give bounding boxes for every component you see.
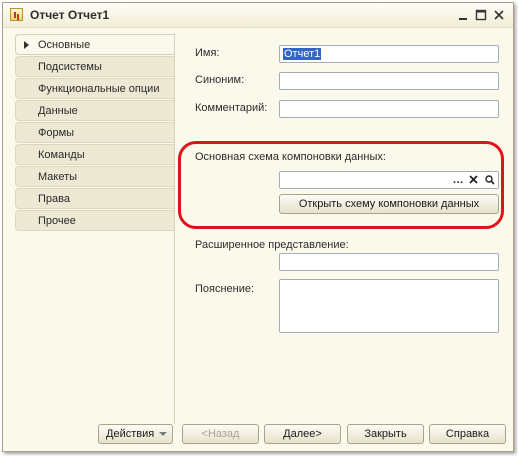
schema-field[interactable]: … <box>279 171 499 189</box>
tab-label: Данные <box>38 105 78 117</box>
open-schema-button[interactable]: Открыть схему компоновки данных <box>279 194 499 214</box>
sidebar-tabs: Основные Подсистемы Функциональные опции… <box>15 34 174 423</box>
close-icon[interactable] <box>491 7 507 23</box>
tab-subsystems[interactable]: Подсистемы <box>15 56 174 77</box>
actions-label: Действия <box>106 428 155 440</box>
clear-x-icon[interactable] <box>466 173 481 187</box>
synonym-field[interactable] <box>279 72 499 90</box>
name-field[interactable]: Отчет1 <box>279 45 499 63</box>
tab-label: Функциональные опции <box>38 83 160 95</box>
tab-label: Прочее <box>38 215 76 227</box>
tab-functional-options[interactable]: Функциональные опции <box>15 78 174 99</box>
back-button[interactable]: <Назад <box>182 424 259 444</box>
tab-rights[interactable]: Права <box>15 188 174 209</box>
tab-label: Команды <box>38 149 85 161</box>
explanation-field[interactable] <box>279 279 499 333</box>
tab-label: Основные <box>38 39 91 51</box>
tab-templates[interactable]: Макеты <box>15 166 174 187</box>
tab-label: Формы <box>38 127 75 139</box>
synonym-label: Синоним: <box>195 74 245 86</box>
close-button[interactable]: Закрыть <box>347 424 424 444</box>
magnifier-icon[interactable] <box>482 173 497 187</box>
next-button[interactable]: Далее> <box>264 424 341 444</box>
comment-field[interactable] <box>279 100 499 118</box>
tab-other[interactable]: Прочее <box>15 210 174 231</box>
actions-dropdown[interactable]: Действия <box>98 424 173 444</box>
main-properties-panel: Имя: Отчет1 Синоним: Комментарий: Основн… <box>174 33 507 424</box>
explanation-label: Пояснение: <box>195 283 255 295</box>
maximize-icon[interactable] <box>473 7 489 23</box>
tab-forms[interactable]: Формы <box>15 122 174 143</box>
tab-label: Права <box>38 193 70 205</box>
ellipsis-icon[interactable]: … <box>450 173 465 187</box>
tab-main[interactable]: Основные <box>15 34 174 55</box>
chevron-down-icon <box>159 432 167 436</box>
report-editor-window: Отчет Отчет1 Основные Подсистемы Функцио… <box>2 2 514 452</box>
minimize-icon[interactable] <box>455 7 471 23</box>
help-button[interactable]: Справка <box>429 424 506 444</box>
report-icon <box>10 8 23 21</box>
name-label: Имя: <box>195 47 220 59</box>
comment-label: Комментарий: <box>195 102 268 114</box>
footer-button-bar: Действия <Назад Далее> Закрыть Справка <box>3 424 513 451</box>
tab-label: Макеты <box>38 171 78 183</box>
extended-presentation-label: Расширенное представление: <box>195 239 349 251</box>
tab-commands[interactable]: Команды <box>15 144 174 165</box>
name-value: Отчет1 <box>283 48 322 60</box>
tab-data[interactable]: Данные <box>15 100 174 121</box>
extended-presentation-field[interactable] <box>279 253 499 271</box>
active-tab-arrow-icon <box>24 41 29 49</box>
schema-label: Основная схема компоновки данных: <box>195 151 386 163</box>
title-bar[interactable]: Отчет Отчет1 <box>3 3 513 28</box>
tab-label: Подсистемы <box>38 61 102 73</box>
window-title: Отчет Отчет1 <box>30 8 110 22</box>
